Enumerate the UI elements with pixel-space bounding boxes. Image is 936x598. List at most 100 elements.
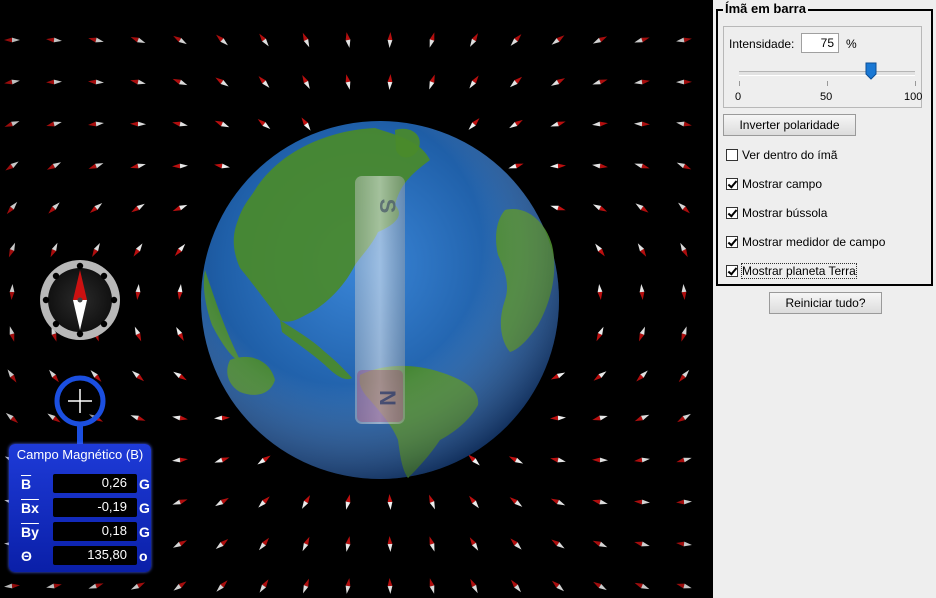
- intensity-input[interactable]: [801, 33, 839, 53]
- field-meter-probe[interactable]: [54, 375, 106, 445]
- field-needle: [595, 243, 605, 257]
- field-needle: [550, 415, 566, 421]
- field-needle: [5, 412, 19, 424]
- field-needle: [510, 538, 522, 550]
- meter-unit-by: G: [139, 524, 150, 540]
- field-needle: [345, 494, 351, 510]
- field-needle: [680, 242, 688, 258]
- field-needle: [173, 35, 187, 45]
- field-needle: [597, 284, 603, 300]
- field-needle: [130, 415, 146, 421]
- intensity-slider-thumb[interactable]: [865, 62, 877, 80]
- meter-value-b: 0,26: [53, 474, 137, 493]
- field-needle: [469, 33, 479, 47]
- field-needle: [88, 79, 104, 85]
- field-needle: [173, 581, 187, 591]
- slider-tick-max: [915, 81, 916, 86]
- field-needle: [4, 37, 20, 43]
- field-needle: [508, 163, 524, 169]
- field-needle: [678, 202, 690, 214]
- field-needle: [469, 495, 479, 509]
- checkbox-row-earth[interactable]: Mostrar planeta Terra: [726, 263, 857, 279]
- checkbox-compass[interactable]: [726, 207, 738, 219]
- field-needle: [634, 582, 650, 590]
- field-needle: [387, 494, 393, 510]
- field-needle: [258, 76, 270, 88]
- field-needle: [258, 537, 270, 551]
- meter-value-by: 0,18: [53, 522, 137, 541]
- intensity-box: Intensidade: % 0 50 100: [723, 26, 922, 108]
- intensity-slider-track[interactable]: [739, 71, 915, 76]
- field-needle: [259, 33, 269, 47]
- magnet-south-label: S: [375, 199, 400, 214]
- field-needle: [634, 499, 650, 505]
- slider-label-min: 0: [735, 91, 742, 103]
- field-needle: [48, 202, 60, 214]
- meter-title: Campo Magnético (B): [16, 447, 144, 462]
- compass[interactable]: [40, 260, 120, 340]
- reset-all-button[interactable]: Reiniciar tudo?: [769, 292, 882, 314]
- field-needle: [4, 583, 20, 589]
- field-meter-panel[interactable]: Campo Magnético (B) B 0,26 G Bx -0,19 G …: [9, 444, 151, 572]
- meter-symbol-angle: Θ: [21, 548, 32, 564]
- meter-unit-angle: o: [139, 548, 148, 564]
- meter-row-by: By 0,18 G: [19, 522, 150, 542]
- field-needle: [387, 536, 393, 552]
- field-needle: [429, 578, 435, 594]
- slider-label-mid: 50: [820, 91, 833, 103]
- field-needle: [592, 204, 608, 212]
- checkbox-field[interactable]: [726, 178, 738, 190]
- field-needle: [637, 243, 647, 257]
- checkbox-earth[interactable]: [726, 265, 738, 277]
- field-needle: [634, 414, 650, 422]
- field-needle: [4, 121, 20, 127]
- field-needle: [134, 326, 142, 342]
- bar-magnet[interactable]: S N: [355, 176, 405, 424]
- field-needle: [131, 370, 145, 382]
- field-needle: [88, 37, 104, 43]
- field-needle: [177, 284, 183, 300]
- field-needle: [172, 457, 188, 463]
- checkbox-meter[interactable]: [726, 236, 738, 248]
- group-title: Ímã em barra: [723, 1, 808, 16]
- field-needle: [9, 284, 15, 300]
- field-canvas[interactable]: S N Campo Magnético (B) B 0,26 G Bx -0,1…: [0, 0, 713, 598]
- field-needle: [215, 497, 229, 507]
- field-needle: [387, 578, 393, 594]
- field-needle: [429, 494, 435, 510]
- checkbox-row-meter[interactable]: Mostrar medidor de campo: [726, 234, 885, 250]
- field-needle: [8, 242, 16, 258]
- invert-polarity-button[interactable]: Inverter polaridade: [723, 114, 856, 136]
- field-needle: [676, 121, 692, 127]
- checkbox-inside[interactable]: [726, 149, 738, 161]
- field-needle: [551, 35, 565, 45]
- meter-value-bx: -0,19: [53, 498, 137, 517]
- checkbox-row-inside[interactable]: Ver dentro do ímã: [726, 147, 837, 163]
- checkbox-row-compass[interactable]: Mostrar bússola: [726, 205, 827, 221]
- field-needle: [214, 163, 230, 169]
- field-needle: [345, 578, 351, 594]
- checkbox-label-compass: Mostrar bússola: [742, 206, 828, 220]
- field-needle: [596, 326, 604, 342]
- field-needle: [550, 78, 566, 86]
- checkbox-label-inside: Ver dentro do ímã: [742, 148, 838, 162]
- checkbox-row-field[interactable]: Mostrar campo: [726, 176, 822, 192]
- field-needle: [7, 369, 17, 383]
- field-needle: [6, 201, 18, 215]
- field-needle: [258, 496, 270, 508]
- field-needle: [133, 243, 143, 257]
- field-needle: [510, 34, 522, 46]
- meter-value-angle: 135,80: [53, 546, 137, 565]
- checkbox-label-meter: Mostrar medidor de campo: [742, 235, 886, 249]
- field-needle: [46, 162, 62, 170]
- field-needle: [593, 581, 607, 591]
- field-needle: [215, 538, 229, 550]
- field-needle: [88, 163, 104, 169]
- field-needle: [676, 541, 692, 547]
- field-needle: [214, 120, 230, 128]
- slider-label-max: 100: [904, 91, 923, 103]
- field-needle: [301, 495, 311, 509]
- field-needle: [50, 242, 58, 258]
- field-needle: [257, 455, 271, 465]
- field-needle: [135, 284, 141, 300]
